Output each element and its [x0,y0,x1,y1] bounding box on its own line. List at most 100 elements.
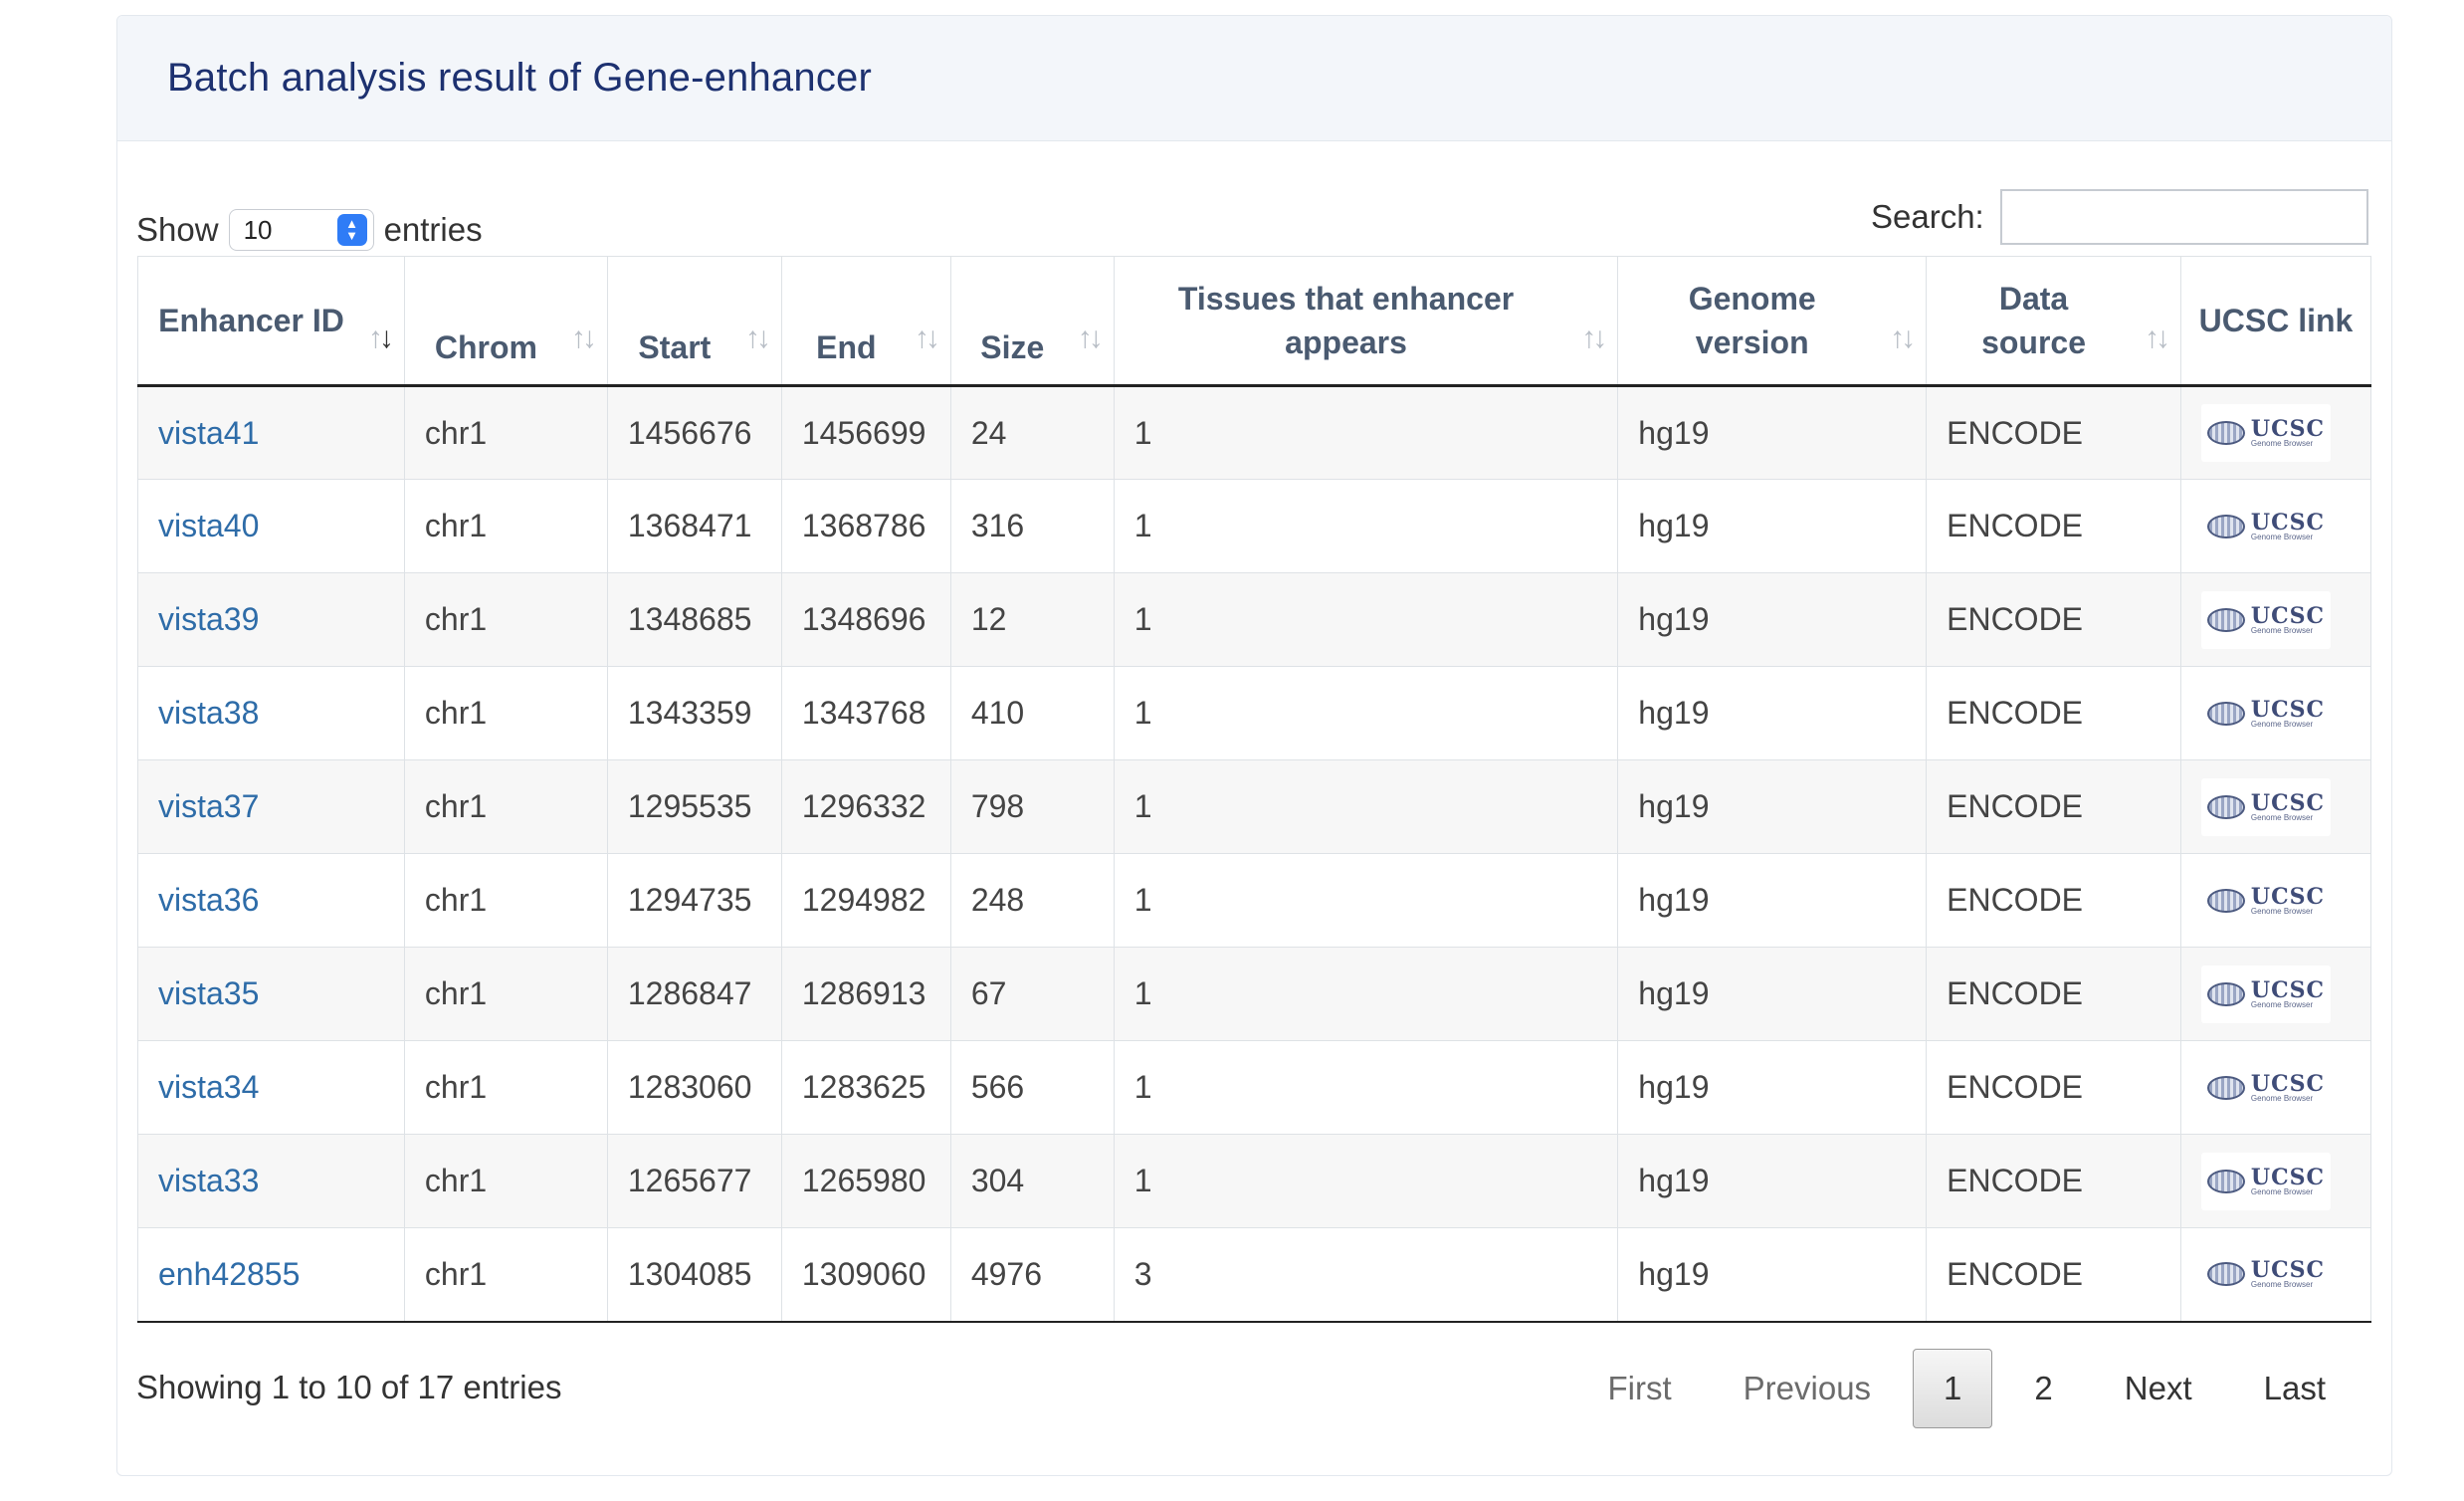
cell-source: ENCODE [1926,572,2181,667]
cell-source: ENCODE [1926,1227,2181,1323]
enhancer-link[interactable]: vista37 [158,788,259,824]
ucsc-genome-browser-logo[interactable]: UCSC Genome Browser [2200,1058,2331,1117]
cell-source: ENCODE [1926,853,2181,948]
cell-chrom: chr1 [403,947,608,1041]
cell-source: ENCODE [1926,1134,2181,1228]
enhancer-link[interactable]: vista33 [158,1163,259,1198]
previous-page-button[interactable]: Previous [1708,1349,1907,1428]
cell-ucsc: UCSC Genome Browser [2179,1227,2372,1323]
cell-ucsc: UCSC Genome Browser [2179,1134,2372,1228]
cell-tissues: 1 [1113,572,1619,667]
panel-title: Batch analysis result of Gene-enhancer [167,56,872,100]
cell-enhancer-id: vista38 [137,666,405,760]
first-page-button[interactable]: First [1572,1349,1708,1428]
cell-genome: hg19 [1617,853,1928,948]
col-start[interactable]: Start ↑↓ [606,256,782,387]
globe-icon [2206,514,2245,538]
col-size[interactable]: Size ↑↓ [949,256,1115,387]
ucsc-logo-text: UCSC [2250,696,2326,723]
ucsc-genome-browser-logo[interactable]: UCSC Genome Browser [2200,684,2331,743]
enhancer-link[interactable]: enh42855 [158,1256,300,1292]
col-data-source[interactable]: Data source ↑↓ [1926,256,2181,387]
col-label: End [816,329,877,365]
ucsc-genome-browser-logo[interactable]: UCSC Genome Browser [2200,404,2331,462]
next-page-button[interactable]: Next [2089,1349,2228,1428]
cell-size: 24 [949,385,1115,480]
panel-heading: Batch analysis result of Gene-enhancer [117,16,2391,141]
cell-enhancer-id: vista36 [137,853,405,948]
page-1-button[interactable]: 1 [1913,1349,1993,1428]
sort-icon: ↑↓ [914,322,940,354]
ucsc-logo-text: UCSC [2250,1257,2326,1284]
col-label: Start [638,329,712,365]
enhancer-link[interactable]: vista38 [158,695,259,731]
select-arrows-icon: ▲ ▼ [336,214,367,246]
col-label: Chrom [434,329,537,365]
ucsc-logo-text: UCSC [2250,509,2326,536]
globe-icon [2206,1075,2245,1100]
globe-icon [2206,888,2245,913]
col-enhancer-id[interactable]: Enhancer ID ↑↓ [137,256,405,387]
col-label: UCSC link [2198,303,2354,338]
table-row: enh42855 chr1 1304085 1309060 4976 3 hg1… [137,1227,2372,1323]
cell-source: ENCODE [1926,759,2181,854]
col-genome-version[interactable]: Genome version ↑↓ [1617,256,1928,387]
enhancer-link[interactable]: vista39 [158,601,259,637]
table-row: vista41 chr1 1456676 1456699 24 1 hg19 E… [137,385,2372,480]
table-info: Showing 1 to 10 of 17 entries [136,1369,562,1405]
globe-icon [2206,607,2245,632]
col-tissues[interactable]: Tissues that enhancer appears ↑↓ [1113,256,1619,387]
ucsc-logo-subtext: Genome Browser [2250,625,2314,635]
table-body: vista41 chr1 1456676 1456699 24 1 hg19 E… [137,385,2372,1323]
enhancer-link[interactable]: vista35 [158,975,259,1011]
cell-size: 4976 [949,1227,1115,1323]
ucsc-genome-browser-logo[interactable]: UCSC Genome Browser [2200,777,2331,836]
cell-tissues: 3 [1113,1227,1619,1323]
cell-enhancer-id: vista39 [137,572,405,667]
enhancer-link[interactable]: vista36 [158,882,259,918]
enhancer-link[interactable]: vista40 [158,508,259,543]
enhancer-link[interactable]: vista34 [158,1069,259,1105]
cell-source: ENCODE [1926,947,2181,1041]
page-2-button[interactable]: 2 [1998,1349,2088,1428]
ucsc-genome-browser-logo[interactable]: UCSC Genome Browser [2200,1245,2331,1304]
cell-enhancer-id: vista34 [137,1040,405,1135]
search-control: Search: [1871,189,2368,245]
ucsc-logo-subtext: Genome Browser [2250,1186,2314,1196]
ucsc-logo-text: UCSC [2250,1164,2326,1190]
last-page-button[interactable]: Last [2228,1349,2361,1428]
cell-start: 1265677 [606,1134,782,1228]
globe-icon [2206,701,2245,726]
cell-enhancer-id: vista33 [137,1134,405,1228]
ucsc-genome-browser-logo[interactable]: UCSC Genome Browser [2200,871,2331,930]
entries-per-page-select[interactable]: 10 ▲ ▼ [228,209,374,251]
cell-start: 1304085 [606,1227,782,1323]
cell-ucsc: UCSC Genome Browser [2179,853,2372,948]
cell-chrom: chr1 [403,1227,608,1323]
cell-source: ENCODE [1926,385,2181,480]
globe-icon [2206,1262,2245,1287]
cell-genome: hg19 [1617,947,1928,1041]
cell-source: ENCODE [1926,666,2181,760]
cell-chrom: chr1 [403,572,608,667]
ucsc-genome-browser-logo[interactable]: UCSC Genome Browser [2200,497,2331,555]
cell-end: 1296332 [780,759,951,854]
table-row: vista40 chr1 1368471 1368786 316 1 hg19 … [137,479,2372,573]
ucsc-genome-browser-logo[interactable]: UCSC Genome Browser [2200,965,2331,1023]
cell-chrom: chr1 [403,759,608,854]
enhancer-link[interactable]: vista41 [158,415,259,451]
ucsc-genome-browser-logo[interactable]: UCSC Genome Browser [2200,1152,2331,1210]
col-chrom[interactable]: Chrom ↑↓ [403,256,608,387]
cell-end: 1309060 [780,1227,951,1323]
cell-tissues: 1 [1113,947,1619,1041]
col-label: Size [980,329,1045,365]
table-row: vista34 chr1 1283060 1283625 566 1 hg19 … [137,1040,2372,1135]
ucsc-genome-browser-logo[interactable]: UCSC Genome Browser [2200,590,2331,649]
table-header-row: Enhancer ID ↑↓ Chrom ↑↓ Start ↑↓ End ↑↓ Size… [137,256,2372,387]
cell-genome: hg19 [1617,1227,1928,1323]
col-end[interactable]: End ↑↓ [780,256,951,387]
cell-size: 248 [949,853,1115,948]
sort-icon: ↑↓ [1890,322,1916,354]
search-input[interactable] [1999,189,2368,245]
cell-source: ENCODE [1926,1040,2181,1135]
